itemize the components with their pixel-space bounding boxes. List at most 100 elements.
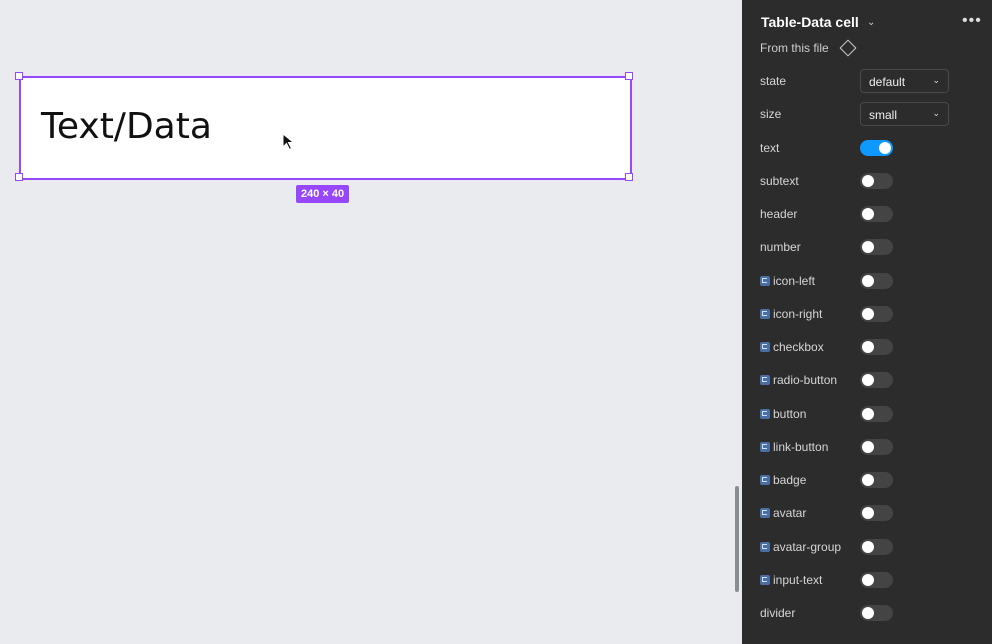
- property-row-state: state default ⌄: [742, 64, 992, 97]
- property-label-text: icon-right: [773, 306, 823, 321]
- text-toggle[interactable]: [860, 139, 893, 156]
- property-label: badge: [760, 473, 806, 487]
- property-label: avatar: [760, 506, 806, 520]
- dropdown-value: default: [869, 74, 906, 89]
- component-source: From this file: [760, 41, 829, 55]
- link-button-toggle[interactable]: [860, 438, 893, 455]
- property-label-text: size: [760, 106, 782, 121]
- property-label-text: avatar: [773, 505, 807, 520]
- resize-handle-top-left[interactable]: [15, 72, 23, 80]
- size-badge: 240 × 40: [296, 185, 350, 203]
- icon-right-toggle[interactable]: [860, 305, 893, 322]
- size-dropdown[interactable]: small ⌄: [860, 101, 949, 126]
- toggle-knob: [862, 340, 874, 353]
- resize-handle-bottom-right[interactable]: [625, 173, 633, 181]
- property-row-avatar: avatar: [742, 496, 992, 529]
- instance-swap-icon: [760, 408, 770, 419]
- property-row-number: number: [742, 230, 992, 263]
- toggle-knob: [862, 440, 874, 453]
- property-row-radio-button: radio-button: [742, 363, 992, 396]
- property-row-subtext: subtext: [742, 164, 992, 197]
- property-row-text: text: [742, 131, 992, 164]
- property-row-avatar-group: avatar-group: [742, 530, 992, 563]
- radio-button-toggle[interactable]: [860, 371, 893, 388]
- property-row-icon-right: icon-right: [742, 297, 992, 330]
- property-row-icon-left: icon-left: [742, 264, 992, 297]
- dropdown-value: small: [869, 107, 898, 122]
- property-row-link-button: link-button: [742, 430, 992, 463]
- divider-toggle[interactable]: [860, 604, 893, 621]
- chevron-down-icon: ⌄: [932, 107, 940, 118]
- property-label: checkbox: [760, 340, 824, 354]
- number-toggle[interactable]: [860, 238, 893, 255]
- icon-left-toggle[interactable]: [860, 272, 893, 289]
- component-title[interactable]: Table-Data cell: [761, 14, 859, 30]
- property-label: icon-right: [760, 307, 822, 321]
- instance-swap-icon: [760, 341, 770, 352]
- property-label: avatar-group: [760, 540, 841, 554]
- property-label-text: checkbox: [773, 339, 824, 354]
- property-row-divider: divider: [742, 596, 992, 629]
- mouse-cursor-icon: [282, 133, 295, 151]
- property-label: icon-left: [760, 274, 815, 288]
- selected-frame[interactable]: Text/Data: [19, 76, 632, 180]
- property-label: header: [760, 207, 797, 221]
- property-label: link-button: [760, 440, 828, 454]
- instance-swap-icon: [760, 474, 770, 485]
- toggle-knob: [862, 373, 874, 386]
- instance-swap-icon: [760, 308, 770, 319]
- instance-swap-icon: [760, 374, 770, 385]
- property-label-text: button: [773, 406, 807, 421]
- badge-toggle[interactable]: [860, 471, 893, 488]
- resize-handle-top-right[interactable]: [625, 72, 633, 80]
- component-diamond-icon[interactable]: [839, 39, 857, 57]
- property-label-text: avatar-group: [773, 539, 842, 554]
- toggle-knob: [862, 506, 874, 519]
- avatar-toggle[interactable]: [860, 504, 893, 521]
- chevron-down-icon: ⌄: [932, 74, 940, 85]
- property-row-badge: badge: [742, 463, 992, 496]
- property-label-text: state: [760, 73, 787, 88]
- subtext-toggle[interactable]: [860, 172, 893, 189]
- property-label-text: link-button: [773, 439, 829, 454]
- property-label-text: radio-button: [773, 372, 838, 387]
- instance-swap-icon: [760, 574, 770, 585]
- button-toggle[interactable]: [860, 405, 893, 422]
- more-options-icon[interactable]: •••: [962, 12, 982, 30]
- instance-swap-icon: [760, 441, 770, 452]
- toggle-knob: [862, 307, 874, 320]
- property-row-header: header: [742, 197, 992, 230]
- instance-swap-icon: [760, 507, 770, 518]
- property-label-text: divider: [760, 605, 796, 620]
- toggle-knob: [862, 274, 874, 287]
- design-canvas[interactable]: Text/Data 240 × 40: [0, 0, 742, 644]
- checkbox-toggle[interactable]: [860, 338, 893, 355]
- property-label-text: input-text: [773, 572, 823, 587]
- property-row-button: button: [742, 397, 992, 430]
- input-text-toggle[interactable]: [860, 571, 893, 588]
- avatar-group-toggle[interactable]: [860, 538, 893, 555]
- instance-swap-icon: [760, 541, 770, 552]
- property-row-input-text: input-text: [742, 563, 992, 596]
- toggle-knob: [862, 573, 874, 586]
- property-label: input-text: [760, 573, 822, 587]
- property-label: size: [760, 107, 781, 121]
- chevron-down-icon[interactable]: ⌄: [867, 17, 875, 28]
- property-label: radio-button: [760, 373, 837, 387]
- property-label: text: [760, 141, 779, 155]
- vertical-scrollbar[interactable]: [735, 486, 739, 592]
- property-label: button: [760, 407, 806, 421]
- property-label: number: [760, 240, 801, 254]
- property-label: subtext: [760, 174, 799, 188]
- toggle-knob: [862, 207, 874, 220]
- property-label-text: text: [760, 140, 780, 155]
- state-dropdown[interactable]: default ⌄: [860, 68, 949, 93]
- toggle-knob: [862, 540, 874, 553]
- property-row-size: size small ⌄: [742, 97, 992, 130]
- property-label-text: badge: [773, 472, 807, 487]
- toggle-knob: [862, 407, 874, 420]
- property-row-checkbox: checkbox: [742, 330, 992, 363]
- header-toggle[interactable]: [860, 205, 893, 222]
- toggle-knob: [862, 174, 874, 187]
- resize-handle-bottom-left[interactable]: [15, 173, 23, 181]
